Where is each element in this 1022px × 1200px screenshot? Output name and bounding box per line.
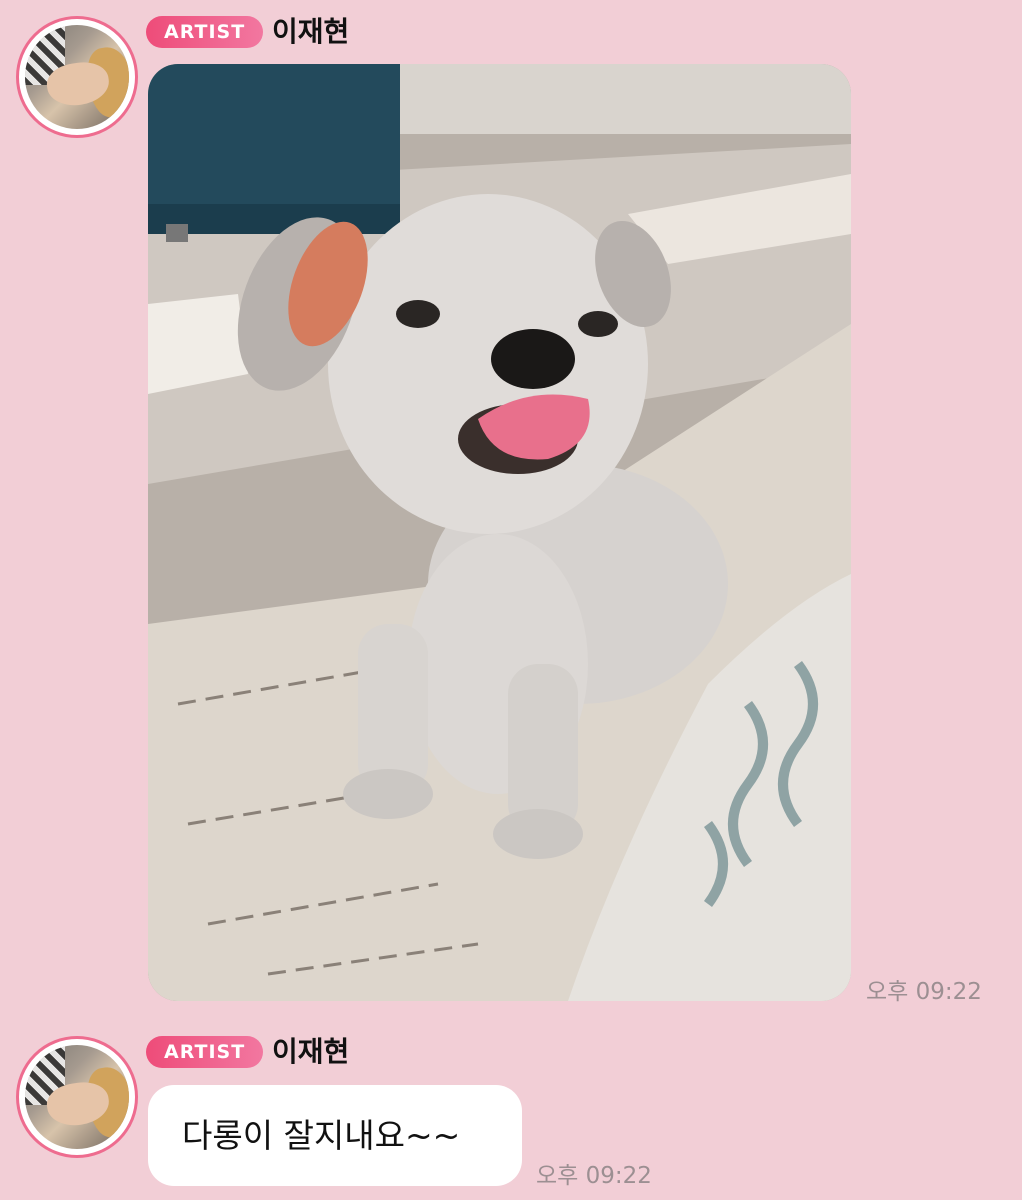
dog-photo — [148, 64, 851, 1001]
avatar-image — [25, 1045, 129, 1149]
message-time: 오후 09:22 — [866, 979, 982, 1005]
artist-badge: ARTIST — [146, 1036, 264, 1068]
message-bubble[interactable]: 다롱이 잘지내요~~ — [148, 1085, 522, 1186]
avatar-image — [25, 25, 129, 129]
avatar[interactable] — [16, 16, 138, 138]
avatar[interactable] — [16, 1036, 138, 1158]
artist-badge: ARTIST — [146, 16, 264, 48]
photo-attachment[interactable] — [148, 64, 851, 1001]
sender-name: 이재현 — [272, 1035, 350, 1068]
message-time: 오후 09:22 — [536, 1163, 652, 1189]
sender-name: 이재현 — [272, 15, 350, 48]
